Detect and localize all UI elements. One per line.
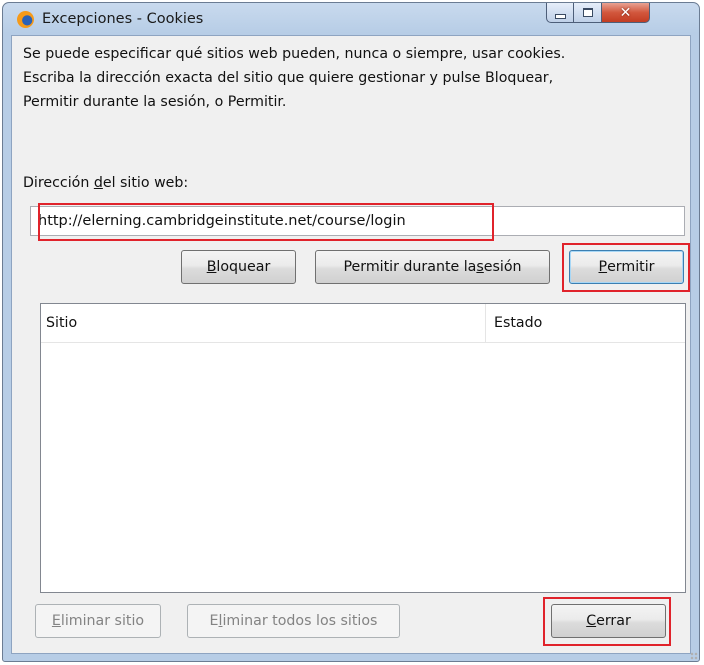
close-button[interactable]: Cerrar <box>551 604 666 638</box>
minimize-icon <box>554 13 566 19</box>
allow-button[interactable]: Permitir <box>569 250 684 284</box>
title-bar[interactable]: Excepciones - Cookies ✕ <box>3 3 699 33</box>
column-header-site[interactable]: Sitio <box>41 304 486 342</box>
remove-site-button[interactable]: Eliminar sitio <box>35 604 161 638</box>
description-line-2: Escriba la dirección exacta del sitio qu… <box>23 70 554 86</box>
resize-grip[interactable] <box>690 652 698 660</box>
description-line-3: Permitir durante la sesión, o Permitir. <box>23 94 287 110</box>
description-text: Se puede especificar qué sitios web pued… <box>23 42 673 114</box>
close-window-button[interactable]: ✕ <box>602 3 650 23</box>
maximize-icon <box>582 8 593 17</box>
address-label: Dirección del sitio web: <box>23 175 189 191</box>
description-line-1: Se puede especificar qué sitios web pued… <box>23 46 566 62</box>
exceptions-list[interactable]: Sitio Estado <box>40 303 686 593</box>
firefox-icon <box>17 11 34 28</box>
list-header: Sitio Estado <box>41 304 685 343</box>
allow-session-button[interactable]: Permitir durante la s esión <box>315 250 550 284</box>
remove-all-sites-button[interactable]: El iminar todos los sitios <box>187 604 400 638</box>
block-button[interactable]: Bloquear <box>181 250 296 284</box>
maximize-button[interactable] <box>574 3 602 23</box>
minimize-button[interactable] <box>546 3 574 23</box>
column-header-status[interactable]: Estado <box>486 304 685 342</box>
close-icon: ✕ <box>619 4 632 21</box>
window-title: Excepciones - Cookies <box>42 11 204 27</box>
site-address-input[interactable] <box>30 206 685 236</box>
